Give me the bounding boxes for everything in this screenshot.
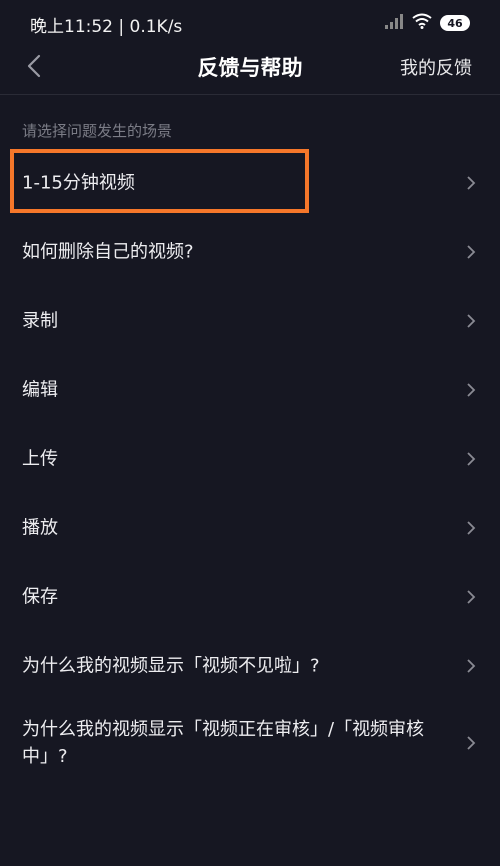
list-item-label: 上传 xyxy=(22,448,58,469)
chevron-right-icon xyxy=(467,244,476,259)
list-item-upload[interactable]: 上传 xyxy=(0,424,500,493)
list-item-video-missing[interactable]: 为什么我的视频显示「视频不见啦」? xyxy=(0,631,500,700)
chevron-right-icon xyxy=(467,589,476,604)
list-item-playback[interactable]: 播放 xyxy=(0,493,500,562)
chevron-right-icon xyxy=(467,382,476,397)
list-item-label: 1-15分钟视频 xyxy=(22,172,135,193)
chevron-right-icon xyxy=(467,451,476,466)
chevron-right-icon xyxy=(467,520,476,535)
nav-divider xyxy=(0,94,500,95)
list-item-label: 保存 xyxy=(22,586,58,607)
list-item-video-under-review[interactable]: 为什么我的视频显示「视频正在审核」/「视频审核中」? xyxy=(0,700,500,786)
list-item-label: 编辑 xyxy=(22,379,58,400)
nav-bar: 反馈与帮助 我的反馈 xyxy=(0,46,500,86)
list-item-label: 如何删除自己的视频? xyxy=(22,241,194,262)
status-bar: 晚上11:52 | 0.1K/s 46 xyxy=(0,0,500,46)
list-item-save[interactable]: 保存 xyxy=(0,562,500,631)
my-feedback-button[interactable]: 我的反馈 xyxy=(400,54,472,80)
scenario-list: 1-15分钟视频 如何删除自己的视频? 录制 编辑 上传 播放 保存 为什么我的… xyxy=(0,148,500,786)
chevron-right-icon xyxy=(467,658,476,673)
list-item-label: 为什么我的视频显示「视频不见啦」? xyxy=(22,655,320,676)
status-icons: 46 xyxy=(384,13,470,33)
wifi-icon xyxy=(412,13,432,33)
list-item-label: 播放 xyxy=(22,517,58,538)
list-item-video-1-15min[interactable]: 1-15分钟视频 xyxy=(0,148,500,217)
list-item-delete-video[interactable]: 如何删除自己的视频? xyxy=(0,217,500,286)
signal-icon xyxy=(384,13,404,33)
section-label: 请选择问题发生的场景 xyxy=(22,122,173,140)
chevron-right-icon xyxy=(467,175,476,190)
list-item-record[interactable]: 录制 xyxy=(0,286,500,355)
chevron-right-icon xyxy=(467,736,476,750)
list-item-label: 为什么我的视频显示「视频正在审核」/「视频审核中」? xyxy=(22,719,425,767)
battery-icon: 46 xyxy=(440,15,470,31)
status-time-speed: 晚上11:52 | 0.1K/s xyxy=(30,17,183,37)
chevron-right-icon xyxy=(467,313,476,328)
list-item-label: 录制 xyxy=(22,310,58,331)
list-item-edit[interactable]: 编辑 xyxy=(0,355,500,424)
